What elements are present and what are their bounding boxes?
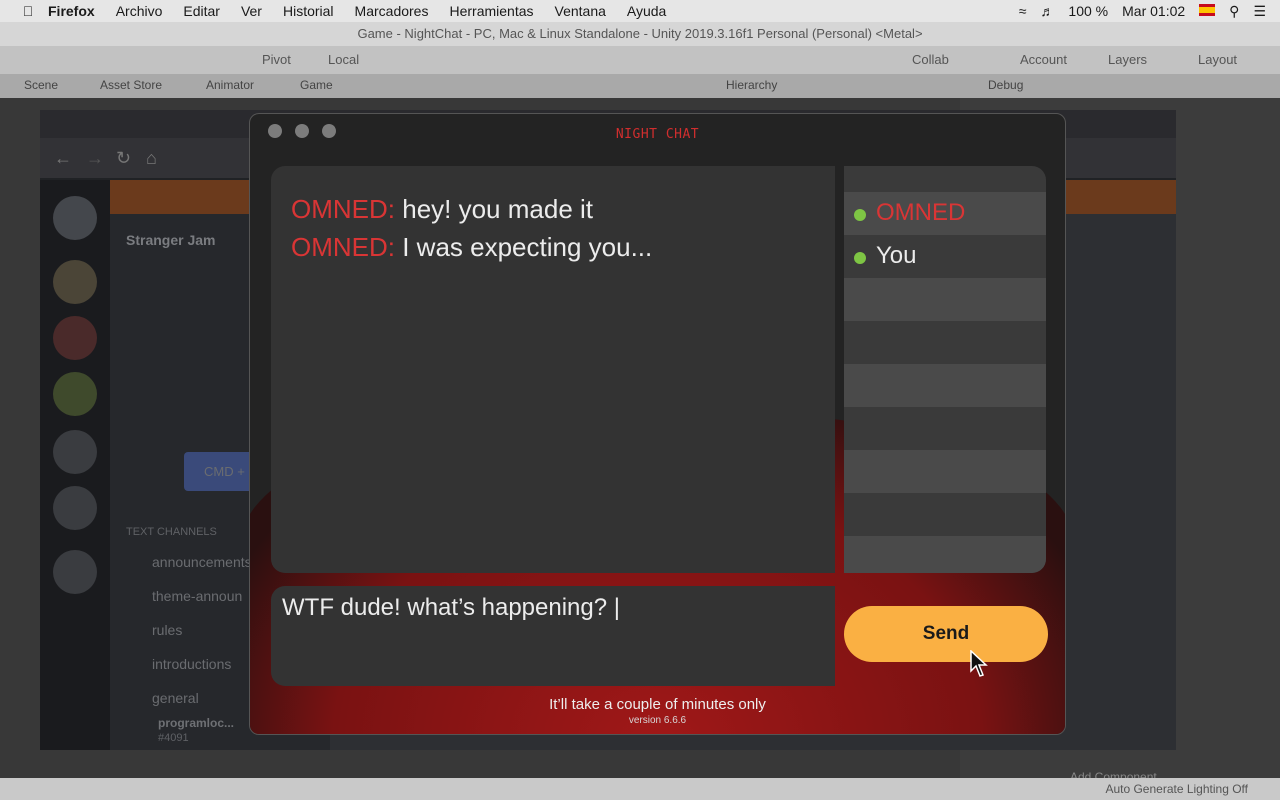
battery-level[interactable]: 100 % bbox=[1068, 3, 1108, 19]
guild-icon[interactable] bbox=[53, 260, 97, 304]
menu-item-ver[interactable]: Ver bbox=[241, 3, 262, 19]
send-button[interactable]: Send bbox=[844, 606, 1048, 662]
local-toggle[interactable]: Local bbox=[328, 52, 359, 67]
wifi-icon[interactable]: ≈ bbox=[1019, 3, 1027, 19]
add-server-icon[interactable] bbox=[53, 430, 97, 474]
user-row-empty bbox=[844, 407, 1046, 450]
text-channels-header[interactable]: TEXT CHANNELS bbox=[126, 526, 217, 538]
mouse-cursor-icon bbox=[970, 650, 988, 677]
account-button[interactable]: Account bbox=[1020, 52, 1067, 67]
guild-list bbox=[40, 180, 110, 750]
home-icon[interactable]: ⌂ bbox=[146, 148, 157, 169]
tab-animator[interactable]: Animator bbox=[206, 78, 254, 92]
guild-icon[interactable] bbox=[53, 316, 97, 360]
reload-icon[interactable]: ↻ bbox=[116, 148, 131, 169]
search-icon[interactable]: ⚲ bbox=[1229, 3, 1239, 20]
discord-home-icon[interactable] bbox=[53, 196, 97, 240]
layers-button[interactable]: Layers bbox=[1108, 52, 1147, 67]
user-list-header-row bbox=[844, 166, 1046, 192]
unity-toolbar: Pivot Local Collab Account Layers Layout bbox=[0, 46, 1280, 74]
unity-status-bar: Auto Generate Lighting Off bbox=[0, 778, 1280, 800]
menu-item-historial[interactable]: Historial bbox=[283, 3, 334, 19]
apple-icon[interactable]:  bbox=[20, 3, 36, 19]
unity-window-title: Game - NightChat - PC, Mac & Linux Stand… bbox=[0, 22, 1280, 46]
channel-theme-announ[interactable]: theme-announ bbox=[152, 588, 242, 604]
message-sender: OMNED: bbox=[291, 232, 395, 262]
user-list: OMNED You bbox=[844, 166, 1046, 573]
message-sender: OMNED: bbox=[291, 194, 395, 224]
user-row-empty bbox=[844, 278, 1046, 321]
chat-message: OMNED: hey! you made it bbox=[291, 194, 593, 225]
server-name[interactable]: Stranger Jam bbox=[126, 232, 215, 248]
menu-bar:  Firefox Archivo Editar Ver Historial M… bbox=[0, 0, 1280, 22]
layout-button[interactable]: Layout bbox=[1198, 52, 1237, 67]
user-row-empty bbox=[844, 536, 1046, 573]
channel-general[interactable]: general bbox=[152, 690, 199, 706]
online-status-icon bbox=[854, 252, 866, 264]
game-title: NIGHT CHAT bbox=[615, 127, 700, 142]
menu-app-name[interactable]: Firefox bbox=[48, 3, 95, 19]
tab-asset-store[interactable]: Asset Store bbox=[100, 78, 162, 92]
unity-tabs: Scene Asset Store Animator Game Hierarch… bbox=[0, 74, 1280, 98]
tab-debug[interactable]: Debug bbox=[988, 78, 1023, 92]
menu-item-archivo[interactable]: Archivo bbox=[116, 3, 163, 19]
pivot-toggle[interactable]: Pivot bbox=[262, 52, 291, 67]
message-text: I was expecting you... bbox=[402, 232, 653, 262]
download-icon[interactable] bbox=[53, 550, 97, 594]
version-label: version 6.6.6 bbox=[628, 715, 687, 726]
hint-text: It’ll take a couple of minutes only bbox=[549, 696, 766, 713]
message-input[interactable]: WTF dude! what’s happening? | bbox=[271, 586, 835, 686]
message-text: hey! you made it bbox=[402, 194, 594, 224]
user-name: You bbox=[876, 242, 917, 269]
user-row-empty bbox=[844, 493, 1046, 536]
menu-item-editar[interactable]: Editar bbox=[183, 3, 220, 19]
flag-icon[interactable] bbox=[1199, 3, 1216, 19]
channel-introductions[interactable]: introductions bbox=[152, 656, 231, 672]
user-name[interactable]: programloc... bbox=[158, 716, 234, 730]
chat-message: OMNED: I was expecting you... bbox=[291, 232, 652, 263]
menu-list-icon[interactable]: ☰ bbox=[1253, 3, 1266, 20]
menu-item-ventana[interactable]: Ventana bbox=[555, 3, 606, 19]
user-row-empty bbox=[844, 321, 1046, 364]
night-chat-window: NIGHT CHAT OMNED: hey! you made it OMNED… bbox=[249, 113, 1066, 735]
forward-icon[interactable]: → bbox=[86, 148, 104, 169]
chat-log[interactable]: OMNED: hey! you made it OMNED: I was exp… bbox=[271, 166, 835, 573]
message-input-value[interactable]: WTF dude! what’s happening? | bbox=[282, 594, 620, 622]
explore-icon[interactable] bbox=[53, 486, 97, 530]
menu-item-marcadores[interactable]: Marcadores bbox=[355, 3, 429, 19]
tab-hierarchy[interactable]: Hierarchy bbox=[726, 78, 777, 92]
collab-button[interactable]: Collab bbox=[912, 52, 949, 67]
lighting-status: Auto Generate Lighting Off bbox=[1105, 782, 1248, 796]
volume-icon[interactable]: ♬ bbox=[1040, 3, 1054, 19]
user-row-empty bbox=[844, 364, 1046, 407]
clock[interactable]: Mar 01:02 bbox=[1122, 3, 1185, 19]
menu-item-ayuda[interactable]: Ayuda bbox=[627, 3, 666, 19]
back-icon[interactable]: ← bbox=[54, 148, 72, 169]
user-row-you[interactable]: You bbox=[844, 235, 1046, 278]
guild-icon[interactable] bbox=[53, 372, 97, 416]
user-row-omned[interactable]: OMNED bbox=[844, 192, 1046, 235]
channel-announcements[interactable]: announcements bbox=[152, 554, 252, 570]
channel-rules[interactable]: rules bbox=[152, 622, 182, 638]
tab-scene[interactable]: Scene bbox=[24, 78, 58, 92]
user-name: OMNED bbox=[876, 199, 966, 226]
online-status-icon bbox=[854, 209, 866, 221]
tab-game[interactable]: Game bbox=[300, 78, 333, 92]
menu-item-herramientas[interactable]: Herramientas bbox=[449, 3, 533, 19]
user-row-empty bbox=[844, 450, 1046, 493]
user-tag: #4091 bbox=[158, 732, 189, 744]
